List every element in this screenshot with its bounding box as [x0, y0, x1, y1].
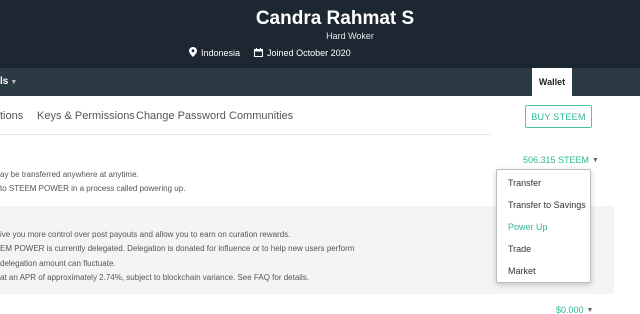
menu-item-power-up[interactable]: Power Up — [508, 222, 548, 232]
tab-communities[interactable]: Communities — [229, 110, 293, 122]
caret-down-icon: ▼ — [586, 306, 594, 314]
joined-text: Joined October 2020 — [267, 48, 351, 58]
location-text: Indonesia — [201, 48, 241, 58]
menu-item-trade[interactable]: Trade — [508, 244, 531, 254]
steem-description-2: to STEEM POWER in a process called power… — [0, 184, 186, 193]
menu-item-market[interactable]: Market — [508, 266, 536, 276]
sbd-balance: $0.000 — [556, 305, 584, 314]
profile-tagline: Hard Woker — [326, 31, 374, 41]
tab-change-password[interactable]: Change Password — [136, 110, 226, 122]
profile-header: Candra Rahmat S Hard Woker Indonesia Joi… — [0, 0, 640, 68]
divider — [0, 134, 490, 135]
steem-balance-menu[interactable]: 506.315 STEEM ▼ — [523, 155, 599, 165]
menu-item-transfer[interactable]: Transfer — [508, 178, 541, 188]
menu-item-transfer-to-savings[interactable]: Transfer to Savings — [508, 200, 586, 210]
sp-description-3: delegation amount can fluctuate. — [0, 259, 116, 268]
steem-balance: 506.315 STEEM — [523, 155, 590, 165]
tab-keys-permissions[interactable]: Keys & Permissions — [37, 110, 135, 122]
account-nav: ls ▼ Wallet — [0, 68, 640, 96]
sbd-balance-menu[interactable]: $0.000 ▼ — [556, 305, 593, 314]
steem-dollars-section — [0, 294, 640, 314]
chevron-down-icon: ▼ — [10, 79, 18, 86]
sp-description-1: ive you more control over post payouts a… — [0, 230, 291, 239]
tab-wallet[interactable]: Wallet — [532, 68, 572, 96]
nav-more-menu[interactable]: ls ▼ — [0, 76, 17, 87]
profile-meta: Indonesia Joined October 2020 — [189, 47, 359, 59]
location: Indonesia — [189, 47, 240, 59]
tab-transactions[interactable]: tions — [0, 110, 23, 122]
joined-date: Joined October 2020 — [254, 47, 351, 59]
buy-steem-button[interactable]: BUY STEEM — [525, 105, 592, 128]
steem-description-1: ay be transferred anywhere at anytime. — [0, 170, 139, 179]
location-pin-icon — [189, 47, 197, 59]
calendar-icon — [254, 47, 264, 59]
nav-more-label: ls — [0, 76, 9, 87]
caret-down-icon: ▼ — [592, 156, 599, 164]
steem-actions-dropdown: Transfer Transfer to Savings Power Up Tr… — [496, 169, 591, 283]
sp-description-2: EM POWER is currently delegated. Delegat… — [0, 244, 355, 253]
sp-description-4: at an APR of approximately 2.74%, subjec… — [0, 273, 310, 282]
profile-name: Candra Rahmat S — [255, 8, 415, 29]
